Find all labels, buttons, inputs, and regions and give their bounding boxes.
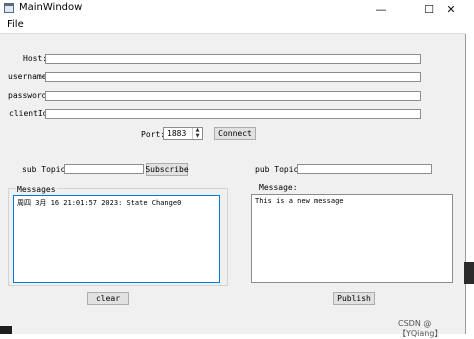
main-window: MainWindow — ☐ ✕ File Host: username: pa… [0, 0, 466, 334]
sub-topic-label: sub Topic: [22, 165, 71, 174]
clientid-input[interactable] [45, 109, 421, 119]
port-label: Port: [141, 130, 166, 139]
watermark: CSDN @ 【YQiang】 [398, 319, 443, 338]
message-label: Message: [259, 183, 298, 192]
title-bar[interactable]: MainWindow — ☐ ✕ [0, 0, 466, 18]
subscribe-button[interactable]: Subscribe [145, 163, 189, 176]
port-spin-buttons: ▲ ▼ [192, 128, 202, 139]
port-spinbox[interactable]: 1883 ▲ ▼ [163, 127, 203, 140]
desktop-background-dark [464, 262, 474, 284]
taskbar-fragment [0, 326, 12, 334]
sub-topic-input[interactable] [64, 164, 144, 174]
clear-button[interactable]: clear [87, 292, 129, 305]
menu-bar: File [0, 18, 466, 34]
app-icon [4, 3, 14, 13]
publish-button[interactable]: Publish [333, 292, 375, 305]
pub-topic-input[interactable] [297, 164, 432, 174]
window-title: MainWindow [19, 2, 83, 13]
username-input[interactable] [45, 72, 421, 82]
message-textarea[interactable]: This is a new message [251, 194, 453, 283]
host-input[interactable] [45, 54, 421, 64]
minimize-button[interactable]: — [364, 0, 398, 18]
host-label: Host: [23, 54, 48, 63]
messages-textarea[interactable]: 周四 3月 16 21:01:57 2023: State Change0 [13, 195, 220, 283]
close-button[interactable]: ✕ [434, 0, 468, 18]
connect-button[interactable]: Connect [214, 127, 256, 140]
port-value: 1883 [167, 129, 187, 138]
messages-label: Messages [16, 185, 57, 194]
spin-down-icon[interactable]: ▼ [193, 134, 202, 139]
password-input[interactable] [45, 91, 421, 101]
menu-file[interactable]: File [7, 19, 24, 30]
pub-topic-label: pub Topic: [255, 165, 304, 174]
